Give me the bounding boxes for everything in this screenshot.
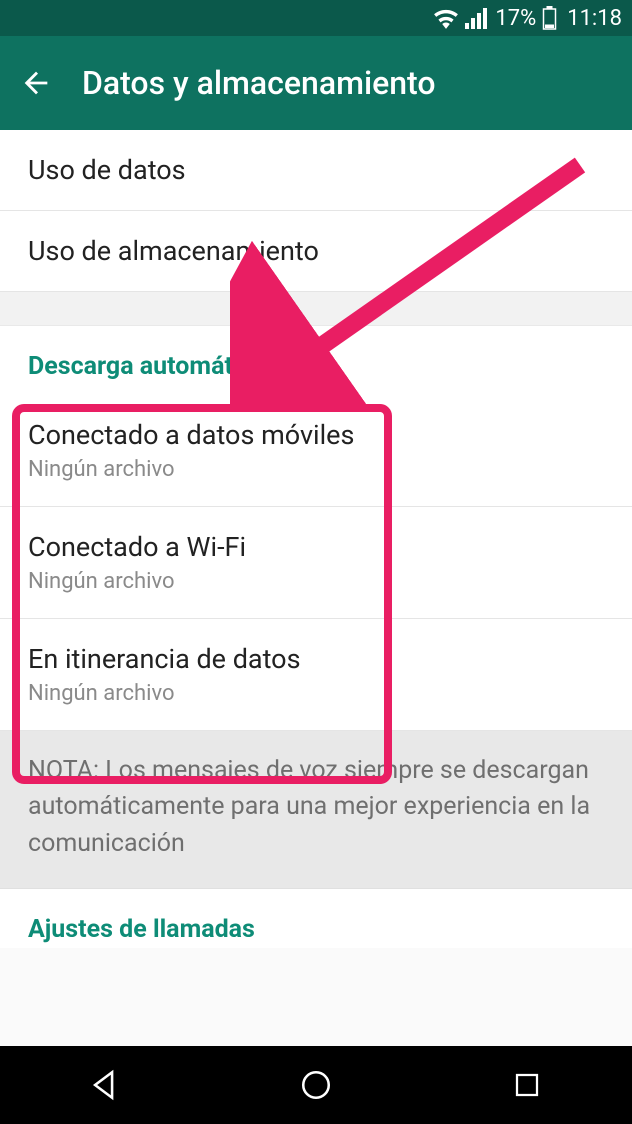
page-title: Datos y almacenamiento	[82, 64, 436, 102]
row-data-usage[interactable]: Uso de datos	[0, 130, 632, 211]
app-bar: Datos y almacenamiento	[0, 36, 632, 130]
row-storage-usage[interactable]: Uso de almacenamiento	[0, 211, 632, 292]
status-bar: 17% 11:18	[0, 0, 632, 36]
nav-recent-button[interactable]	[505, 1063, 549, 1107]
back-button[interactable]	[18, 65, 54, 101]
signal-icon	[465, 7, 489, 29]
row-mobile-data[interactable]: Conectado a datos móviles Ningún archivo	[0, 395, 632, 507]
row-wifi[interactable]: Conectado a Wi-Fi Ningún archivo	[0, 507, 632, 619]
row-roaming[interactable]: En itinerancia de datos Ningún archivo	[0, 619, 632, 731]
section-call-settings: Ajustes de llamadas	[0, 888, 632, 948]
clock-time: 11:18	[567, 6, 622, 31]
row-title: Conectado a Wi-Fi	[28, 531, 604, 563]
content-area: Uso de datos Uso de almacenamiento Desca…	[0, 130, 632, 1046]
row-subtitle: Ningún archivo	[28, 681, 604, 706]
row-title: En itinerancia de datos	[28, 643, 604, 675]
note-text: NOTA: Los mensajes de voz siempre se des…	[0, 731, 632, 888]
section-divider	[0, 292, 632, 326]
nav-home-button[interactable]	[294, 1063, 338, 1107]
row-subtitle: Ningún archivo	[28, 457, 604, 482]
wifi-icon	[433, 7, 459, 29]
row-title: Uso de almacenamiento	[28, 235, 604, 267]
battery-icon	[542, 6, 557, 30]
section-auto-download: Descarga automática	[0, 326, 632, 395]
nav-bar	[0, 1046, 632, 1124]
row-title: Conectado a datos móviles	[28, 419, 604, 451]
row-subtitle: Ningún archivo	[28, 569, 604, 594]
nav-back-button[interactable]	[83, 1063, 127, 1107]
row-title: Uso de datos	[28, 154, 604, 186]
battery-percentage: 17%	[495, 6, 536, 31]
